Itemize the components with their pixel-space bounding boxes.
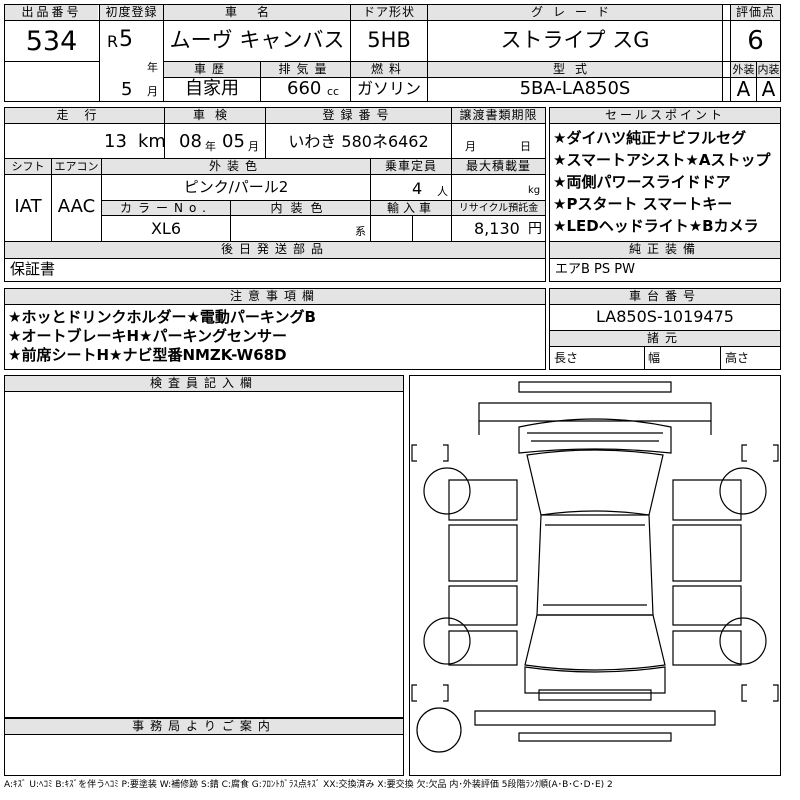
chassis-header: 車台番号	[550, 289, 780, 304]
inspection-year-unit: 年	[205, 140, 216, 153]
fuel-header: 燃料	[351, 62, 427, 77]
score-value: 6	[747, 26, 764, 56]
displacement-value: 660	[287, 78, 322, 99]
displacement-unit: cc	[327, 85, 340, 98]
recycle-value: 8,130	[474, 219, 520, 238]
selling-point-2: ★スマートアシスト★Aストップ	[553, 151, 771, 169]
selling-point-4: ★Pスタート スマートキー	[553, 195, 733, 213]
fuel-value: ガソリン	[356, 79, 421, 98]
score-header: 評価点	[731, 5, 780, 20]
shift-header: シフト	[5, 159, 51, 174]
car-name-value: ムーヴ キャンバス	[169, 28, 345, 52]
recycle-header: リサイクル預託金	[452, 201, 545, 215]
plate-header: 登録番号	[266, 108, 451, 123]
dim-height-label: 高さ	[725, 351, 750, 365]
mileage-unit: km	[138, 131, 166, 152]
chassis-value: LA850S-1019475	[596, 307, 734, 326]
car-diagram	[411, 381, 779, 753]
transfer-day-unit: 日	[520, 140, 531, 153]
plate-value: いわき 580ネ6462	[288, 132, 429, 151]
selling-points-header: セールスポイント	[550, 108, 780, 123]
mileage-value: 13	[104, 131, 127, 152]
dim-length-label: 長さ	[554, 351, 579, 365]
inspector-box	[4, 375, 404, 718]
office-header: 事務局よりご案内	[5, 719, 403, 734]
inspection-year: 08	[179, 131, 202, 152]
legend-text: A:ｷｽﾞ U:ﾍｺﾐ B:ｷｽﾞを伴うﾍｺﾐ P:要塗装 W:補修跡 S:錆 …	[4, 780, 613, 790]
note-1: ★ホッとドリンクホルダー★電動パーキングB	[8, 308, 316, 326]
selling-point-1: ★ダイハツ純正ナビフルセグ	[553, 129, 747, 147]
selling-point-5: ★LEDヘッドライト★Bカメラ	[553, 217, 759, 235]
max-load-header: 最大積載量	[452, 159, 545, 174]
dim-width-label: 幅	[648, 351, 661, 365]
model-type-header: 型式	[428, 62, 722, 77]
exterior-grade: A	[736, 77, 751, 101]
inspector-header: 検査員記入欄	[5, 376, 403, 391]
first-reg-year-unit: 年	[147, 61, 158, 74]
selling-point-3: ★両側パワースライドドア	[553, 173, 731, 191]
interior-color-unit: 系	[355, 225, 366, 238]
lot-value: 534	[25, 26, 78, 57]
grade-header: グレード	[428, 5, 722, 20]
color-value: ピンク/パール2	[183, 178, 289, 196]
note-2: ★オートブレーキH★パーキングセンサー	[8, 327, 287, 345]
model-type-value: 5BA-LA850S	[519, 78, 631, 99]
dimensions-header: 諸元	[550, 331, 780, 346]
lot-header: 出品番号	[5, 5, 98, 20]
standard-equipment-value: エアB PS PW	[555, 262, 635, 277]
transfer-header: 譲渡書類期限	[452, 108, 545, 123]
history-value: 自家用	[185, 78, 239, 99]
mileage-header: 走行	[5, 108, 164, 123]
capacity-value: 4	[412, 179, 423, 198]
grade-value: ストライプ スG	[500, 28, 650, 52]
max-load-unit: kg	[528, 185, 541, 196]
first-reg-month-unit: 月	[147, 85, 158, 98]
capacity-unit: 人	[437, 185, 448, 198]
door-value: 5HB	[367, 28, 411, 52]
aircon-value: AAC	[57, 196, 96, 217]
interior-header: 内装	[757, 62, 780, 77]
door-header: ドア形状	[351, 5, 427, 20]
interior-grade: A	[761, 77, 776, 101]
history-header: 車歴	[164, 62, 260, 77]
auction-sheet: { "lot": { "header": "出品番号", "value": "5…	[0, 0, 800, 800]
color-no-value: XL6	[150, 219, 182, 238]
exterior-header: 外装	[731, 62, 756, 77]
color-no-header: カラーNo.	[102, 201, 230, 215]
first-reg-header: 初度登録	[100, 5, 163, 20]
import-car-header: 輸入車	[371, 201, 451, 215]
later-parts-value: 保証書	[10, 260, 56, 278]
inspection-month-unit: 月	[248, 140, 259, 153]
notes-header: 注意事項欄	[5, 289, 545, 304]
car-name-header: 車名	[164, 5, 350, 20]
aircon-header: エアコン	[52, 159, 101, 174]
capacity-header: 乗車定員	[371, 159, 451, 174]
first-reg-month: 5	[121, 79, 133, 100]
displacement-header: 排気量	[261, 62, 350, 77]
first-reg-year: 5	[119, 27, 133, 52]
inspection-header: 車検	[165, 108, 265, 123]
first-reg-era: R	[107, 32, 119, 51]
interior-color-header: 内装色	[231, 201, 370, 215]
shift-value: IAT	[14, 196, 42, 217]
color-header: 外装色	[102, 159, 370, 174]
transfer-month-unit: 月	[465, 140, 476, 153]
note-3: ★前席シートH★ナビ型番NMZK-W68D	[8, 346, 287, 364]
recycle-unit: 円	[528, 221, 542, 237]
later-parts-header: 後日発送部品	[5, 242, 545, 258]
standard-equipment-header: 純正装備	[550, 242, 780, 258]
inspection-month: 05	[222, 131, 245, 152]
